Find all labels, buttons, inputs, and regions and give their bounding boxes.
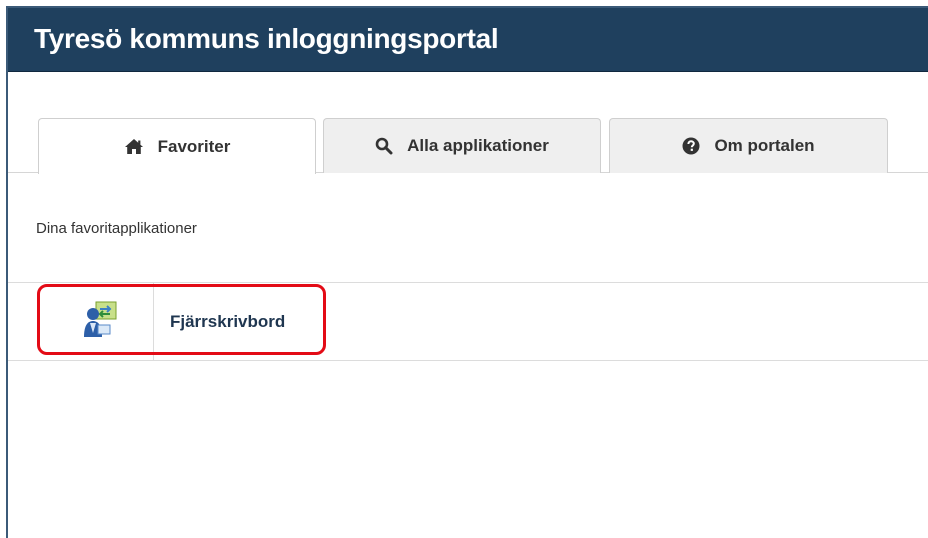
tab-om-portalen[interactable]: Om portalen [609, 118, 888, 173]
tab-om-portalen-label: Om portalen [714, 136, 815, 155]
favorites-heading: Dina favoritapplikationer [36, 220, 197, 237]
page-title: Tyresö kommuns inloggningsportal [34, 23, 499, 54]
app-icon-cell [46, 283, 154, 360]
app-label-fjarrskrivbord: Fjärrskrivbord [170, 312, 286, 331]
remote-desktop-icon [80, 299, 120, 344]
favorite-app-row[interactable]: Fjärrskrivbord [8, 282, 928, 361]
home-icon [124, 138, 144, 155]
portal-frame [6, 6, 928, 538]
question-circle-icon [682, 137, 700, 155]
portal-header: Tyresö kommuns inloggningsportal [8, 8, 928, 72]
tab-favoriter-label: Favoriter [157, 136, 231, 156]
tab-alla-applikationer[interactable]: Alla applikationer [323, 118, 601, 173]
tab-alla-applikationer-label: Alla applikationer [407, 136, 549, 155]
tab-favoriter[interactable]: Favoriter [38, 118, 316, 174]
search-icon [375, 137, 393, 155]
